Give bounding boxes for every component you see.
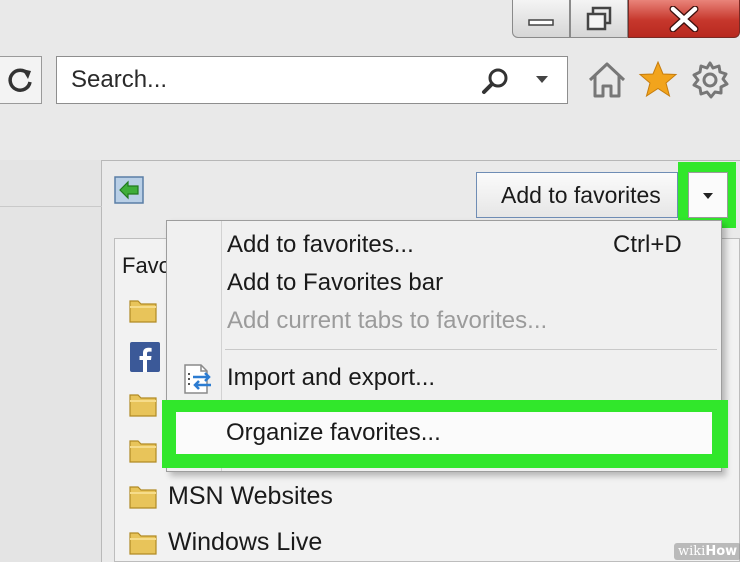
menu-item-import-export[interactable]: Import and export... bbox=[227, 364, 435, 392]
facebook-icon[interactable] bbox=[130, 342, 160, 372]
refresh-button[interactable] bbox=[0, 56, 42, 104]
pin-favorites-center-icon[interactable] bbox=[114, 176, 144, 204]
page-area-divider bbox=[0, 206, 102, 207]
menu-item-add-current-tabs: Add current tabs to favorites... bbox=[227, 307, 548, 334]
menu-item-organize-favorites[interactable]: Organize favorites... bbox=[226, 419, 441, 447]
window-caption-buttons bbox=[512, 0, 740, 42]
add-to-favorites-dropdown-button[interactable] bbox=[688, 172, 728, 218]
folder-icon[interactable] bbox=[128, 390, 158, 418]
chevron-down-icon bbox=[703, 193, 713, 199]
favorites-item-msn-websites[interactable]: MSN Websites bbox=[168, 482, 333, 511]
menu-shortcut-ctrl-d: Ctrl+D bbox=[613, 231, 682, 258]
star-icon[interactable] bbox=[638, 59, 678, 99]
menu-item-add-to-favorites[interactable]: Add to favorites... bbox=[227, 231, 414, 259]
home-icon[interactable] bbox=[586, 60, 628, 100]
add-to-favorites-button[interactable]: Add to favorites bbox=[476, 172, 678, 218]
gear-icon[interactable] bbox=[690, 60, 730, 100]
refresh-icon bbox=[8, 68, 32, 92]
wikihow-watermark: wikiHow bbox=[674, 543, 740, 560]
restore-button[interactable] bbox=[570, 0, 628, 38]
search-dropdown-icon[interactable] bbox=[535, 75, 549, 85]
folder-icon[interactable] bbox=[128, 482, 158, 510]
minimize-icon bbox=[528, 18, 554, 26]
menu-item-add-to-favorites-bar[interactable]: Add to Favorites bar bbox=[227, 269, 443, 297]
folder-icon[interactable] bbox=[128, 528, 158, 556]
search-box[interactable]: Search... bbox=[56, 56, 568, 104]
restore-icon bbox=[586, 6, 612, 30]
folder-icon[interactable] bbox=[128, 436, 158, 464]
page-area bbox=[0, 160, 102, 562]
search-input[interactable]: Search... bbox=[71, 66, 167, 94]
close-button[interactable] bbox=[628, 0, 740, 38]
search-icon[interactable] bbox=[481, 67, 511, 95]
favorites-list-header: Favo bbox=[122, 253, 171, 278]
folder-icon[interactable] bbox=[128, 296, 158, 324]
menu-item-organize-favorites-row[interactable]: Organize favorites... bbox=[176, 412, 712, 454]
close-icon bbox=[669, 5, 699, 32]
favorites-item-windows-live[interactable]: Windows Live bbox=[168, 528, 322, 557]
import-export-icon bbox=[184, 364, 211, 394]
menu-separator bbox=[225, 349, 717, 350]
minimize-button[interactable] bbox=[512, 0, 570, 38]
